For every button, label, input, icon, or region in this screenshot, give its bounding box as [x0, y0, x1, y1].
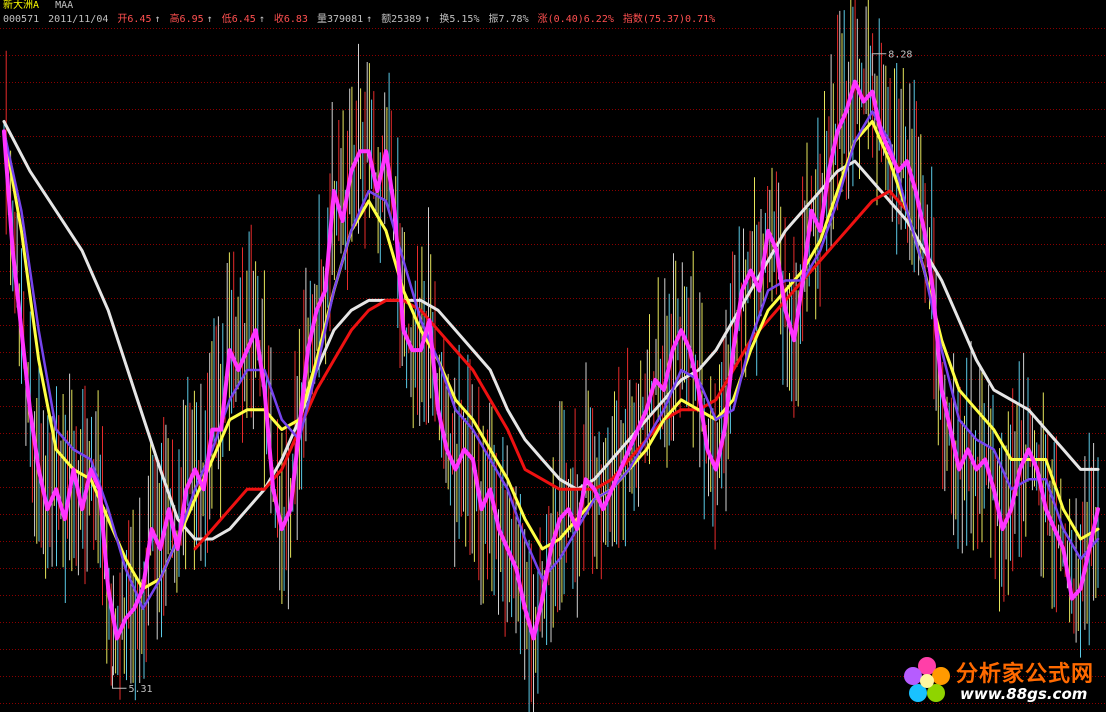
- price-chart: 8.28 5.31: [0, 0, 1106, 712]
- watermark-name: 分析家公式网: [956, 662, 1095, 687]
- flower-logo-icon: [904, 657, 950, 702]
- series-ma-red: [193, 189, 909, 551]
- watermark: 分析家公式网 www.88gs.com: [900, 652, 1100, 708]
- high-price-label: 8.28: [888, 50, 912, 61]
- watermark-url: www.88gs.com: [960, 685, 1088, 703]
- volatility-bars: [3, 0, 1099, 712]
- price-annotations: 8.28 5.31: [112, 50, 912, 695]
- chart-window: 新大洲A MAA 000571 2011/11/04 开6.45 ↑ 高6.95 ↑…: [0, 0, 1106, 712]
- low-price-label: 5.31: [129, 684, 153, 695]
